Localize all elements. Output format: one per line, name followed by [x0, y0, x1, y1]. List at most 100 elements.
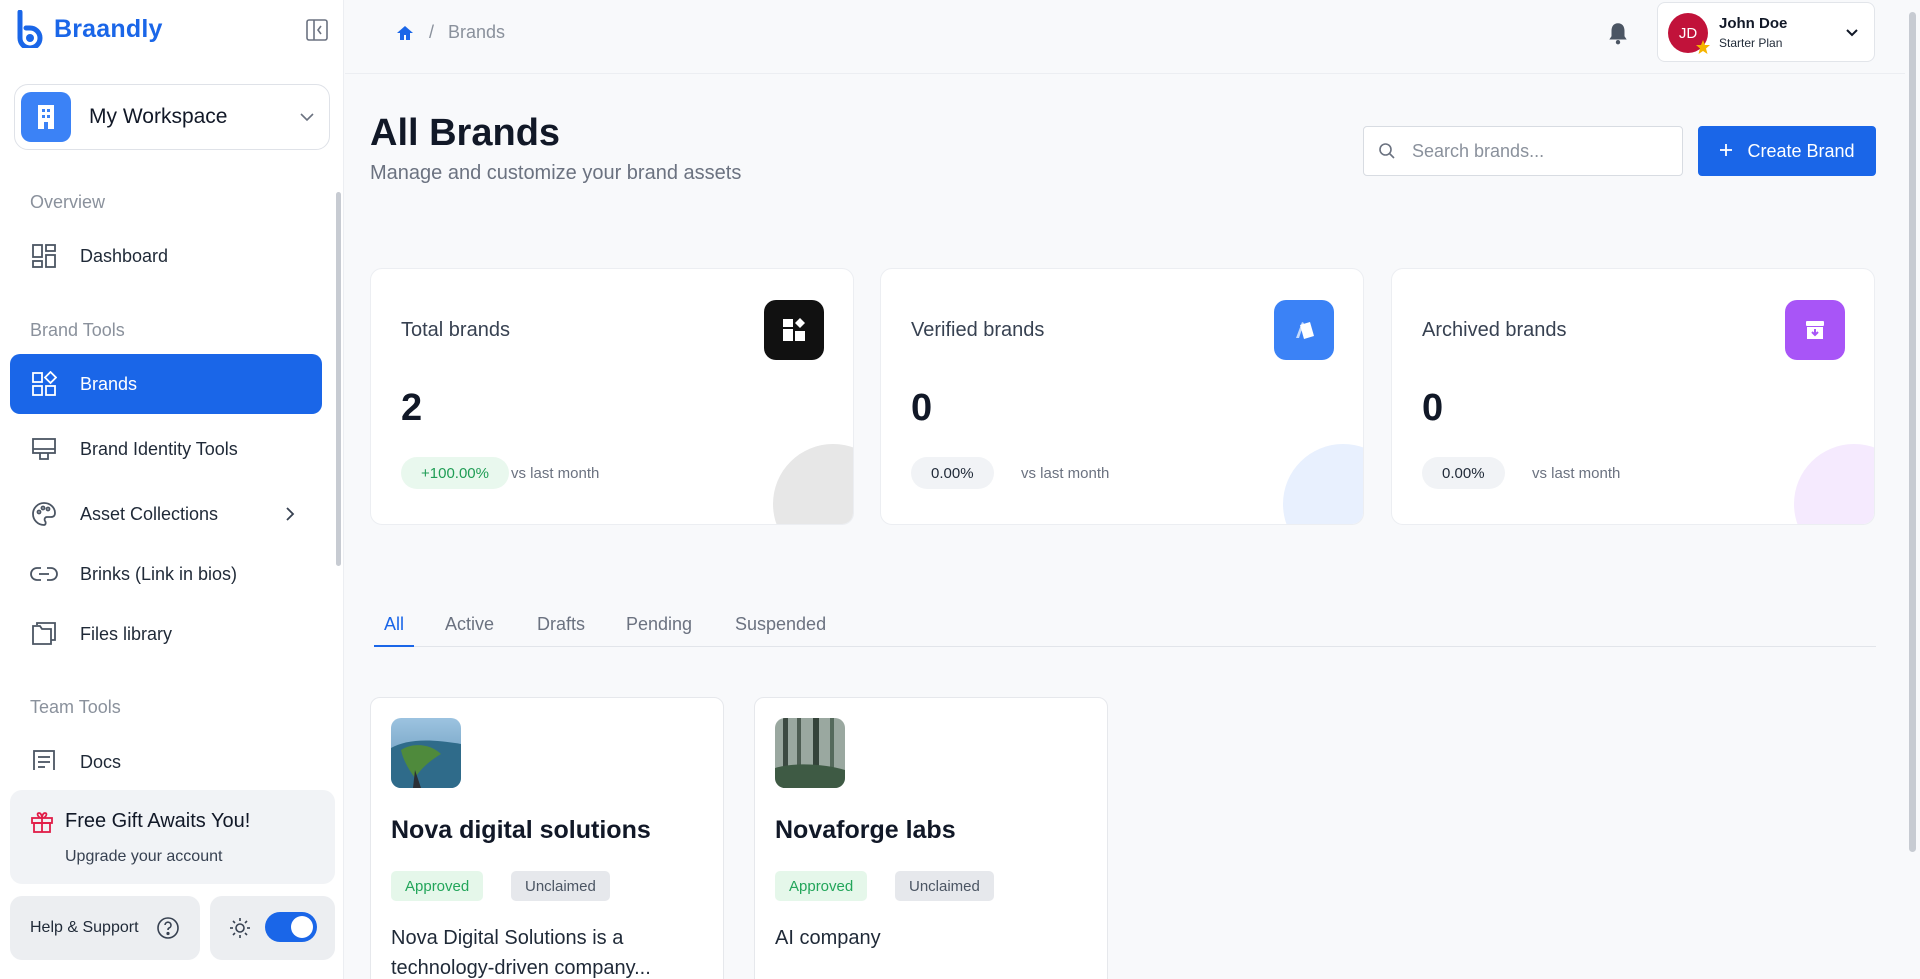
- sidebar-item-label: Brinks (Link in bios): [80, 563, 238, 584]
- claim-badge: Unclaimed: [511, 871, 610, 901]
- sidebar-nav: Overview Dashboard Brand Tools Brands Br…: [0, 180, 344, 770]
- decorative-shape: [1794, 444, 1874, 524]
- section-overview: Overview: [30, 192, 106, 212]
- stat-card-verified: Verified brands 0 0.00% vs last month: [880, 268, 1364, 525]
- section-team-tools: Team Tools: [30, 697, 121, 717]
- tab-pending[interactable]: Pending: [626, 614, 692, 647]
- user-menu[interactable]: JD John Doe Starter Plan: [1657, 2, 1875, 62]
- sidebar-item-dashboard[interactable]: Dashboard: [10, 226, 322, 286]
- help-support-button[interactable]: Help & Support: [10, 896, 200, 960]
- brand-card-name: Nova digital solutions: [391, 816, 651, 844]
- chevron-down-icon: [1846, 29, 1858, 37]
- section-brand-tools: Brand Tools: [30, 320, 125, 340]
- brand-card-description: AI company: [775, 927, 881, 949]
- breadcrumb: / Brands: [395, 22, 505, 43]
- sun-icon: [230, 918, 250, 938]
- question-icon: [157, 917, 179, 939]
- archive-icon: [1785, 300, 1845, 360]
- search-input[interactable]: [1412, 140, 1672, 162]
- gift-icon: [31, 812, 53, 833]
- grid-icon: [764, 300, 824, 360]
- sidebar-item-docs[interactable]: Docs: [10, 732, 322, 770]
- page-scrollbar[interactable]: [1905, 0, 1920, 979]
- brands-icon: [30, 370, 58, 398]
- sidebar-item-label: Asset Collections: [80, 503, 219, 524]
- brand-card-description: Nova Digital Solutions is a technology-d…: [391, 927, 651, 979]
- page-subtitle: Manage and customize your brand assets: [370, 162, 742, 184]
- create-brand-label: Create Brand: [1747, 140, 1855, 161]
- stat-compare: vs last month: [511, 465, 600, 482]
- brand-name: Braandly: [54, 14, 163, 43]
- sidebar-item-label: Files library: [80, 623, 173, 644]
- user-plan: Starter Plan: [1719, 36, 1783, 50]
- collapse-sidebar-icon[interactable]: [305, 18, 329, 42]
- star-icon: [1696, 40, 1710, 54]
- page-title: All Brands: [370, 112, 561, 154]
- workspace-name: My Workspace: [89, 105, 228, 128]
- stat-label: Verified brands: [911, 319, 1045, 341]
- workspace-selector[interactable]: My Workspace: [14, 84, 330, 150]
- dark-mode-toggle[interactable]: [265, 912, 317, 942]
- sidebar-item-brinks[interactable]: Brinks (Link in bios): [10, 544, 322, 604]
- avatar: JD: [1668, 13, 1710, 54]
- stat-label: Total brands: [401, 319, 510, 341]
- stat-card-archived: Archived brands 0 0.00% vs last month: [1391, 268, 1875, 525]
- stat-change-badge: 0.00%: [1422, 457, 1505, 489]
- chevron-down-icon: [300, 113, 314, 122]
- sidebar-scroll-thumb[interactable]: [336, 192, 341, 566]
- sidebar-item-label: Brand Identity Tools: [80, 438, 238, 459]
- upgrade-gift-card[interactable]: Free Gift Awaits You! Upgrade your accou…: [10, 790, 335, 884]
- toggle-knob: [291, 916, 313, 938]
- home-icon[interactable]: [395, 23, 415, 43]
- brand-thumbnail: [775, 718, 845, 788]
- sidebar-item-brand-identity-tools[interactable]: Brand Identity Tools: [10, 419, 322, 479]
- gift-title: Free Gift Awaits You!: [65, 810, 251, 832]
- document-icon: [30, 748, 58, 770]
- search-box: [1363, 126, 1683, 176]
- sidebar-item-label: Docs: [80, 751, 122, 771]
- bell-icon[interactable]: [1605, 20, 1631, 46]
- create-brand-button[interactable]: Create Brand: [1698, 126, 1876, 176]
- stat-change-badge: +100.00%: [401, 457, 509, 489]
- stat-label: Archived brands: [1422, 319, 1567, 341]
- tab-suspended[interactable]: Suspended: [735, 614, 826, 647]
- stat-value: 0: [1422, 387, 1444, 429]
- sidebar-item-files-library[interactable]: Files library: [10, 604, 322, 664]
- decorative-shape: [773, 444, 853, 524]
- theme-switcher: [210, 896, 335, 960]
- tab-all[interactable]: All: [374, 614, 415, 647]
- breadcrumb-current[interactable]: Brands: [448, 22, 505, 43]
- sidebar-item-asset-collections[interactable]: Asset Collections: [10, 484, 322, 544]
- topbar: / Brands JD John Doe Starter Plan: [345, 0, 1905, 74]
- help-label: Help & Support: [30, 919, 139, 936]
- page-scroll-thumb[interactable]: [1909, 12, 1916, 852]
- cards-icon: [1274, 300, 1334, 360]
- stat-change-badge: 0.00%: [911, 457, 994, 489]
- stat-compare: vs last month: [1021, 465, 1110, 482]
- claim-badge: Unclaimed: [895, 871, 994, 901]
- brand-logo[interactable]: Braandly: [14, 10, 163, 48]
- stat-compare: vs last month: [1532, 465, 1621, 482]
- sidebar-item-label: Brands: [80, 373, 138, 394]
- stat-value: 2: [401, 387, 423, 429]
- building-icon: [21, 92, 71, 142]
- status-badge: Approved: [391, 871, 484, 901]
- sidebar-item-label: Dashboard: [80, 245, 169, 266]
- dashboard-icon: [30, 242, 58, 270]
- gift-subtitle: Upgrade your account: [65, 848, 223, 865]
- link-icon: [30, 560, 58, 588]
- folder-icon: [30, 620, 58, 648]
- decorative-shape: [1283, 444, 1363, 524]
- brand-thumbnail: [391, 718, 461, 788]
- search-icon: [1379, 143, 1395, 159]
- sidebar: Braandly My Workspace Overview Dashboard…: [0, 0, 344, 979]
- sidebar-item-brands[interactable]: Brands: [10, 354, 322, 414]
- brand-card[interactable]: Nova digital solutions Approved Unclaime…: [370, 697, 724, 979]
- tab-drafts[interactable]: Drafts: [537, 614, 585, 647]
- tab-active[interactable]: Active: [445, 614, 494, 647]
- stat-card-total: Total brands 2 +100.00% vs last month: [370, 268, 854, 525]
- palette-icon: [30, 500, 58, 528]
- braandly-logo-icon: [17, 10, 43, 48]
- stat-value: 0: [911, 387, 933, 429]
- brand-card[interactable]: Novaforge labs Approved Unclaimed AI com…: [754, 697, 1108, 979]
